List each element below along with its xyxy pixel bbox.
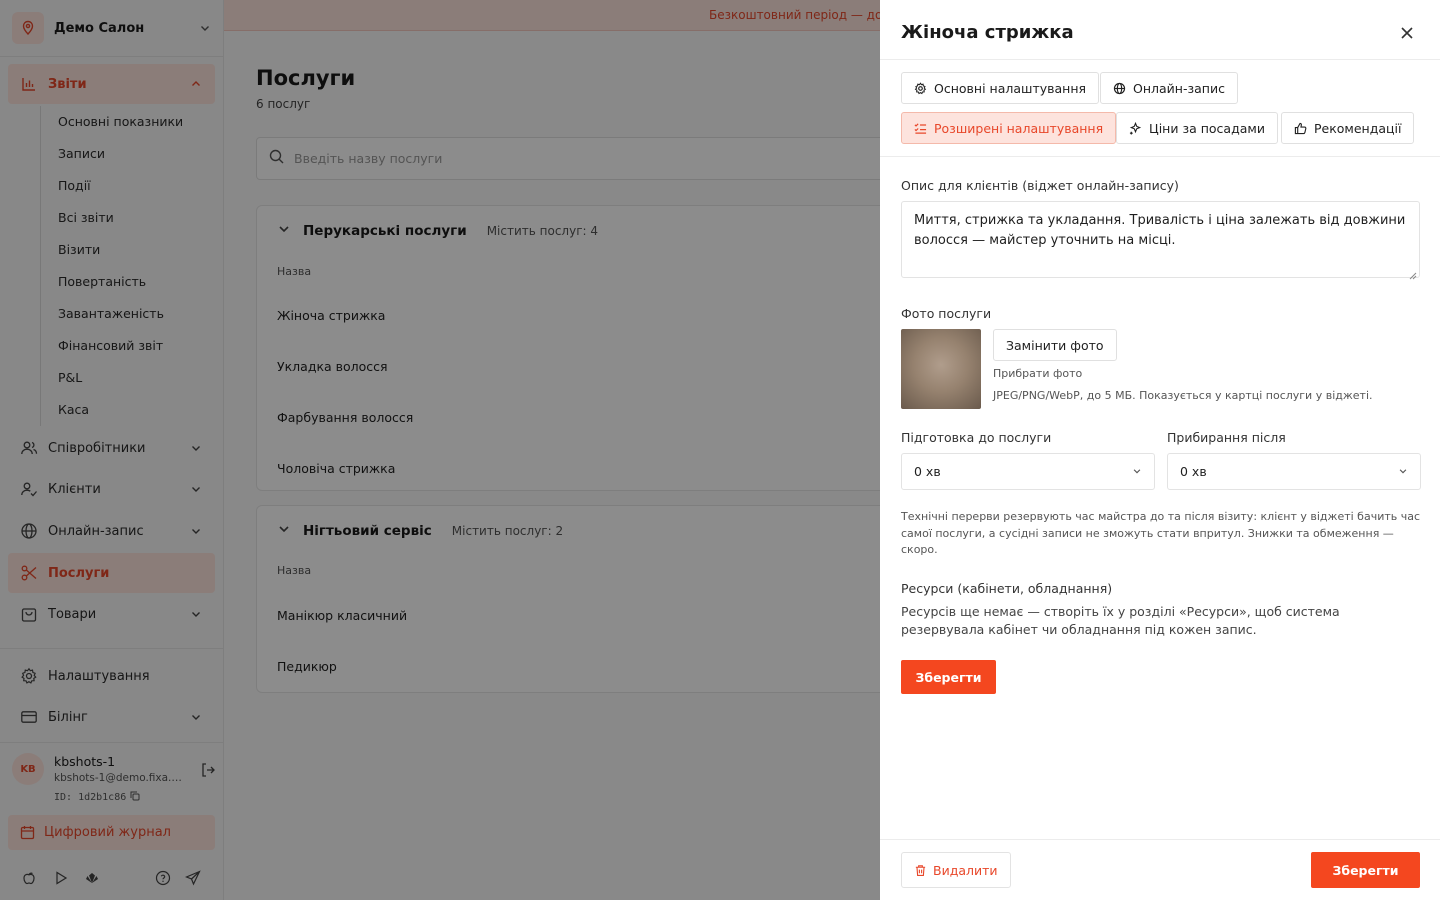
trash-icon [914,864,927,877]
sparkles-icon [1129,121,1142,135]
chevron-down-icon [1132,464,1142,479]
close-icon[interactable] [1397,23,1417,43]
breaks-hint: Технічні перерви резервують час майстра … [901,510,1421,556]
tab-basic-settings[interactable]: Основні налаштування [901,72,1100,104]
service-photo [901,329,981,409]
service-edit-panel: Жіноча стрижка Основні налаштування Онла… [880,0,1440,900]
delete-button[interactable]: Видалити [901,852,1011,888]
cleanup-time-select[interactable]: 0 хв [1167,453,1421,490]
divider [880,156,1440,157]
replace-photo-button[interactable]: Замінити фото [993,329,1117,361]
cleanup-label: Прибирання після [1167,430,1286,445]
remove-photo-link[interactable]: Прибрати фото [993,367,1082,380]
modal-backdrop[interactable] [0,0,880,900]
gear-icon [914,81,927,95]
save-button-inline[interactable]: Зберегти [901,660,996,694]
photo-hint: JPEG/PNG/WebP, до 5 МБ. Показується у ка… [993,389,1373,402]
divider [880,59,1440,60]
photo-label: Фото послуги [901,306,992,321]
description-value: Миття, стрижка та укладання. Тривалість … [914,213,1406,248]
prep-time-select[interactable]: 0 хв [901,453,1155,490]
thumbs-up-icon [1294,122,1307,135]
prep-time-value: 0 хв [914,464,941,479]
tab-recommendations[interactable]: Рекомендації [1281,112,1415,144]
description-label: Опис для клієнтів (віджет онлайн-запису) [901,178,1179,193]
resources-label: Ресурси (кабінети, обладнання) [901,581,1113,596]
panel-title: Жіноча стрижка [901,22,1074,43]
resize-handle-icon[interactable] [1409,267,1417,280]
chevron-down-icon [1398,464,1408,479]
tab-label: Основні налаштування [934,80,1087,96]
delete-label: Видалити [933,862,998,878]
description-textarea[interactable]: Миття, стрижка та укладання. Тривалість … [901,201,1420,280]
tab-label: Онлайн-запис [1133,80,1225,96]
prep-label: Підготовка до послуги [901,430,1052,445]
divider [880,839,1440,840]
cleanup-time-value: 0 хв [1180,464,1207,479]
tab-label: Розширені налаштування [934,120,1104,136]
tab-label: Рекомендації [1314,120,1402,136]
globe-icon [1113,82,1126,95]
resources-empty-text: Ресурсів ще немає — створіть їх у розділ… [901,604,1340,637]
tab-position-prices[interactable]: Ціни за посадами [1116,112,1278,144]
tab-online-booking[interactable]: Онлайн-запис [1100,72,1238,104]
tab-label: Ціни за посадами [1149,120,1265,136]
save-button[interactable]: Зберегти [1311,852,1420,888]
list-checks-icon [914,122,927,135]
tab-advanced-settings[interactable]: Розширені налаштування [901,112,1117,144]
